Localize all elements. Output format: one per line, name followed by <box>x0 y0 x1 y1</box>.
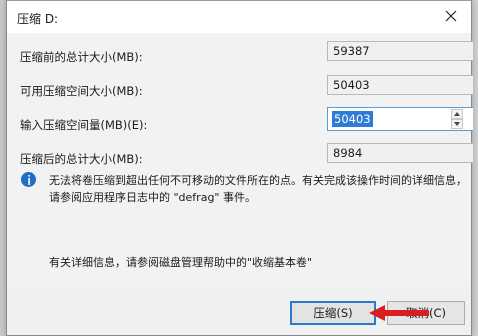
dialog-title: 压缩 D: <box>17 12 59 26</box>
title-bar: 压缩 D: <box>7 1 471 33</box>
size-after-label: 压缩后的总计大小(MB): <box>20 152 143 166</box>
close-button[interactable] <box>437 3 465 29</box>
shrink-button[interactable]: 压缩(S) <box>290 301 376 325</box>
shrink-volume-dialog: 压缩 D: 压缩前的总计大小(MB): 59387 可用压缩空间大小(MB): … <box>6 0 473 336</box>
shrink-amount-input[interactable]: 50403 <box>332 111 373 127</box>
help-hint: 有关详细信息，请参阅磁盘管理帮助中的"收缩基本卷" <box>49 256 313 269</box>
available-space-label: 可用压缩空间大小(MB): <box>20 84 143 98</box>
shrink-amount-stepper[interactable]: 50403 <box>327 107 473 131</box>
size-after-field: 8984 <box>327 143 473 163</box>
chevron-up-icon <box>454 112 460 116</box>
red-arrow-icon <box>369 305 429 321</box>
chevron-down-icon <box>454 122 460 126</box>
size-before-field: 59387 <box>327 41 473 61</box>
available-space-field: 50403 <box>327 75 473 95</box>
shrink-amount-label: 输入压缩空间量(MB)(E): <box>20 118 148 132</box>
close-icon <box>445 10 457 22</box>
info-message: 无法将卷压缩到超出任何不可移动的文件所在的点。有关完成该操作时间的详细信息，请参… <box>49 174 467 204</box>
spin-down-button[interactable] <box>451 119 463 129</box>
spin-up-button[interactable] <box>451 109 463 119</box>
info-icon <box>21 172 36 187</box>
size-before-label: 压缩前的总计大小(MB): <box>20 50 143 64</box>
